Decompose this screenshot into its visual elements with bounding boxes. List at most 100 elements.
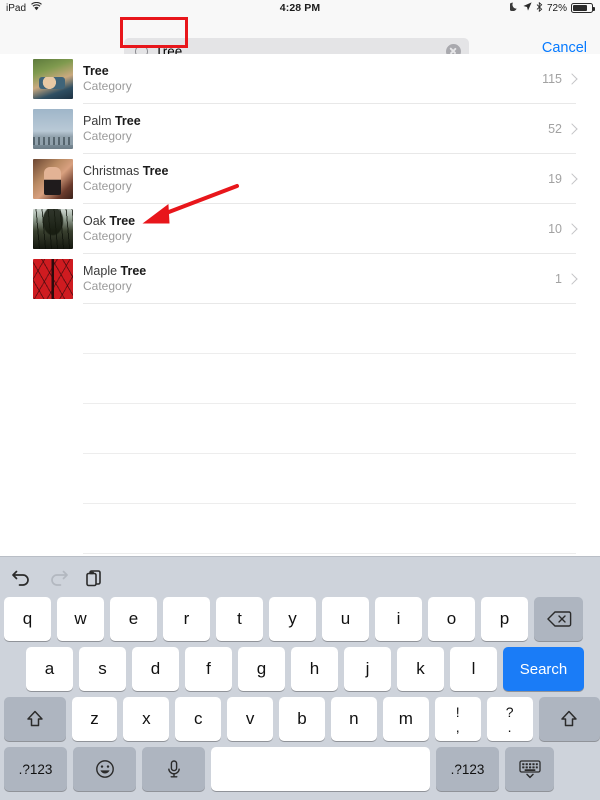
result-title-match: Tree xyxy=(109,214,135,228)
key-m[interactable]: m xyxy=(383,697,429,741)
chevron-right-icon xyxy=(566,223,577,234)
oak-tree-photo-thumbnail xyxy=(33,209,73,249)
battery-icon xyxy=(571,3,593,13)
redo-icon xyxy=(46,566,70,590)
result-row[interactable]: Christmas TreeCategory 19 xyxy=(0,154,600,204)
key-e[interactable]: e xyxy=(110,597,157,641)
result-title: Maple Tree xyxy=(83,264,146,279)
palm-tree-photo-thumbnail xyxy=(33,109,73,149)
empty-list-row xyxy=(0,404,600,454)
keyboard-row-4: .?123 .?123 xyxy=(4,747,600,791)
result-count: 115 xyxy=(542,72,568,86)
smiley-face-icon[interactable] xyxy=(73,747,136,791)
on-screen-keyboard: qwertyuiop asdfghjklSearch zxcvbnm!,?. .… xyxy=(0,556,600,800)
result-subtitle: Category xyxy=(83,129,141,144)
search-results-list: TreeCategory115Palm TreeCategory52Christ… xyxy=(0,54,600,556)
key-s[interactable]: s xyxy=(79,647,126,691)
result-count: 52 xyxy=(548,122,568,136)
result-title: Palm Tree xyxy=(83,114,141,129)
tree-photo-thumbnail xyxy=(33,59,73,99)
result-row[interactable]: Oak TreeCategory 10 xyxy=(0,204,600,254)
empty-list-row xyxy=(0,354,600,404)
undo-icon[interactable] xyxy=(10,566,34,590)
keyboard-row-2: asdfghjklSearch xyxy=(26,647,600,691)
key-h[interactable]: h xyxy=(291,647,338,691)
result-title: Oak Tree xyxy=(83,214,135,229)
empty-list-row xyxy=(0,454,600,504)
result-title: Christmas Tree xyxy=(83,164,168,179)
microphone-icon[interactable] xyxy=(142,747,205,791)
key-o[interactable]: o xyxy=(428,597,475,641)
key-punctuation-1[interactable]: !, xyxy=(435,697,481,741)
empty-list-row xyxy=(0,504,600,554)
key-c[interactable]: c xyxy=(175,697,221,741)
result-title-match: Tree xyxy=(115,114,141,128)
chevron-right-icon xyxy=(566,173,577,184)
result-count: 10 xyxy=(548,222,568,236)
key-j[interactable]: j xyxy=(344,647,391,691)
result-subtitle: Category xyxy=(83,279,146,294)
key-f[interactable]: f xyxy=(185,647,232,691)
result-title-match: Tree xyxy=(83,64,109,78)
result-row[interactable]: Palm TreeCategory 52 xyxy=(0,104,600,154)
paste-icon[interactable] xyxy=(82,566,106,590)
key-a[interactable]: a xyxy=(26,647,73,691)
key-v[interactable]: v xyxy=(227,697,273,741)
key-k[interactable]: k xyxy=(397,647,444,691)
chevron-right-icon xyxy=(566,73,577,84)
search-return-key[interactable]: Search xyxy=(503,647,584,691)
key-w[interactable]: w xyxy=(57,597,104,641)
ipad-photos-search-screen: iPad 4:28 PM xyxy=(0,0,600,800)
result-text-block: Maple TreeCategory xyxy=(83,264,146,294)
hide-keyboard-icon[interactable] xyxy=(505,747,554,791)
numeric-key-right[interactable]: .?123 xyxy=(436,747,499,791)
empty-list-row xyxy=(0,304,600,354)
maple-tree-photo-thumbnail xyxy=(33,259,73,299)
result-subtitle: Category xyxy=(83,229,135,244)
row-separator xyxy=(83,553,576,554)
result-row[interactable]: Maple TreeCategory1 xyxy=(0,254,600,304)
key-g[interactable]: g xyxy=(238,647,285,691)
keyboard-toolbar xyxy=(0,557,600,597)
key-r[interactable]: r xyxy=(163,597,210,641)
key-x[interactable]: x xyxy=(123,697,169,741)
numeric-key-left[interactable]: .?123 xyxy=(4,747,67,791)
result-subtitle: Category xyxy=(83,179,168,194)
key-p[interactable]: p xyxy=(481,597,528,641)
key-b[interactable]: b xyxy=(279,697,325,741)
backspace-icon[interactable] xyxy=(534,597,583,641)
result-text-block: Christmas TreeCategory xyxy=(83,164,168,194)
status-bar-clock: 4:28 PM xyxy=(0,2,600,14)
status-bar: iPad 4:28 PM xyxy=(0,0,600,17)
chevron-right-icon xyxy=(566,273,577,284)
key-t[interactable]: t xyxy=(216,597,263,641)
key-i[interactable]: i xyxy=(375,597,422,641)
search-bar: Tree Cancel xyxy=(0,16,600,55)
result-title-prefix: Christmas xyxy=(83,164,143,178)
key-u[interactable]: u xyxy=(322,597,369,641)
christmas-tree-photo-thumbnail xyxy=(33,159,73,199)
result-count: 19 xyxy=(548,172,568,186)
space-key[interactable] xyxy=(211,747,430,791)
result-title-prefix: Palm xyxy=(83,114,115,128)
result-text-block: Oak TreeCategory xyxy=(83,214,135,244)
result-text-block: Palm TreeCategory xyxy=(83,114,141,144)
shift-key-left[interactable] xyxy=(4,697,66,741)
result-title: Tree xyxy=(83,64,132,79)
result-row[interactable]: TreeCategory 115 xyxy=(0,54,600,104)
result-title-match: Tree xyxy=(121,264,147,278)
key-punctuation-2[interactable]: ?. xyxy=(487,697,533,741)
chevron-right-icon xyxy=(566,123,577,134)
result-subtitle: Category xyxy=(83,79,132,94)
key-d[interactable]: d xyxy=(132,647,179,691)
shift-key-right[interactable] xyxy=(539,697,600,741)
result-title-prefix: Maple xyxy=(83,264,121,278)
key-y[interactable]: y xyxy=(269,597,316,641)
keyboard-row-1: qwertyuiop xyxy=(4,597,600,641)
key-n[interactable]: n xyxy=(331,697,377,741)
key-q[interactable]: q xyxy=(4,597,51,641)
result-title-match: Tree xyxy=(143,164,169,178)
result-text-block: TreeCategory xyxy=(83,64,132,94)
key-z[interactable]: z xyxy=(72,697,118,741)
key-l[interactable]: l xyxy=(450,647,497,691)
